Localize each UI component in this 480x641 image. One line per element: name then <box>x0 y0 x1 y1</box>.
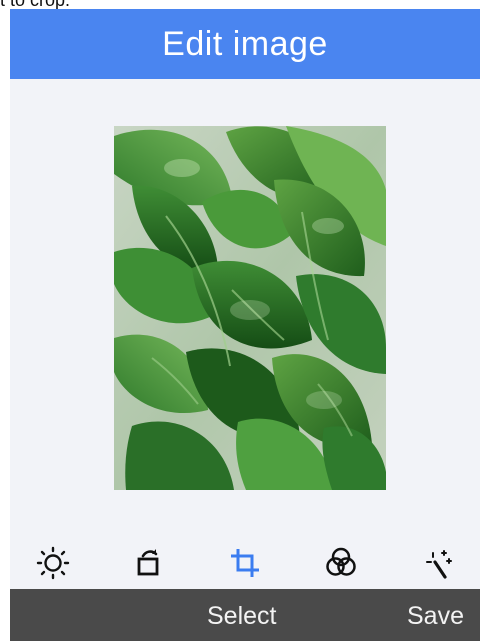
bottom-action-bar: Select Save <box>10 589 480 641</box>
brightness-button[interactable] <box>30 540 76 586</box>
crop-button[interactable] <box>222 540 268 586</box>
save-button[interactable]: Save <box>407 589 464 641</box>
rotate-button[interactable] <box>126 540 172 586</box>
magic-wand-button[interactable] <box>414 540 460 586</box>
image-canvas <box>10 79 480 589</box>
filter-icon <box>326 547 356 576</box>
select-button[interactable]: Select <box>207 589 276 641</box>
page-title: Edit image <box>162 24 328 63</box>
crop-icon <box>231 548 259 577</box>
instruction-caption: t to crop. <box>0 0 71 10</box>
edit-toolbar <box>10 536 480 589</box>
magic-wand-icon <box>426 549 452 579</box>
rotate-icon <box>137 548 159 575</box>
app-header: Edit image <box>10 9 480 79</box>
filter-button[interactable] <box>318 540 364 586</box>
brightness-icon <box>36 546 70 579</box>
plant-photo <box>114 126 386 490</box>
edit-image-screen: t to crop. Edit image Select Save <box>0 0 480 641</box>
